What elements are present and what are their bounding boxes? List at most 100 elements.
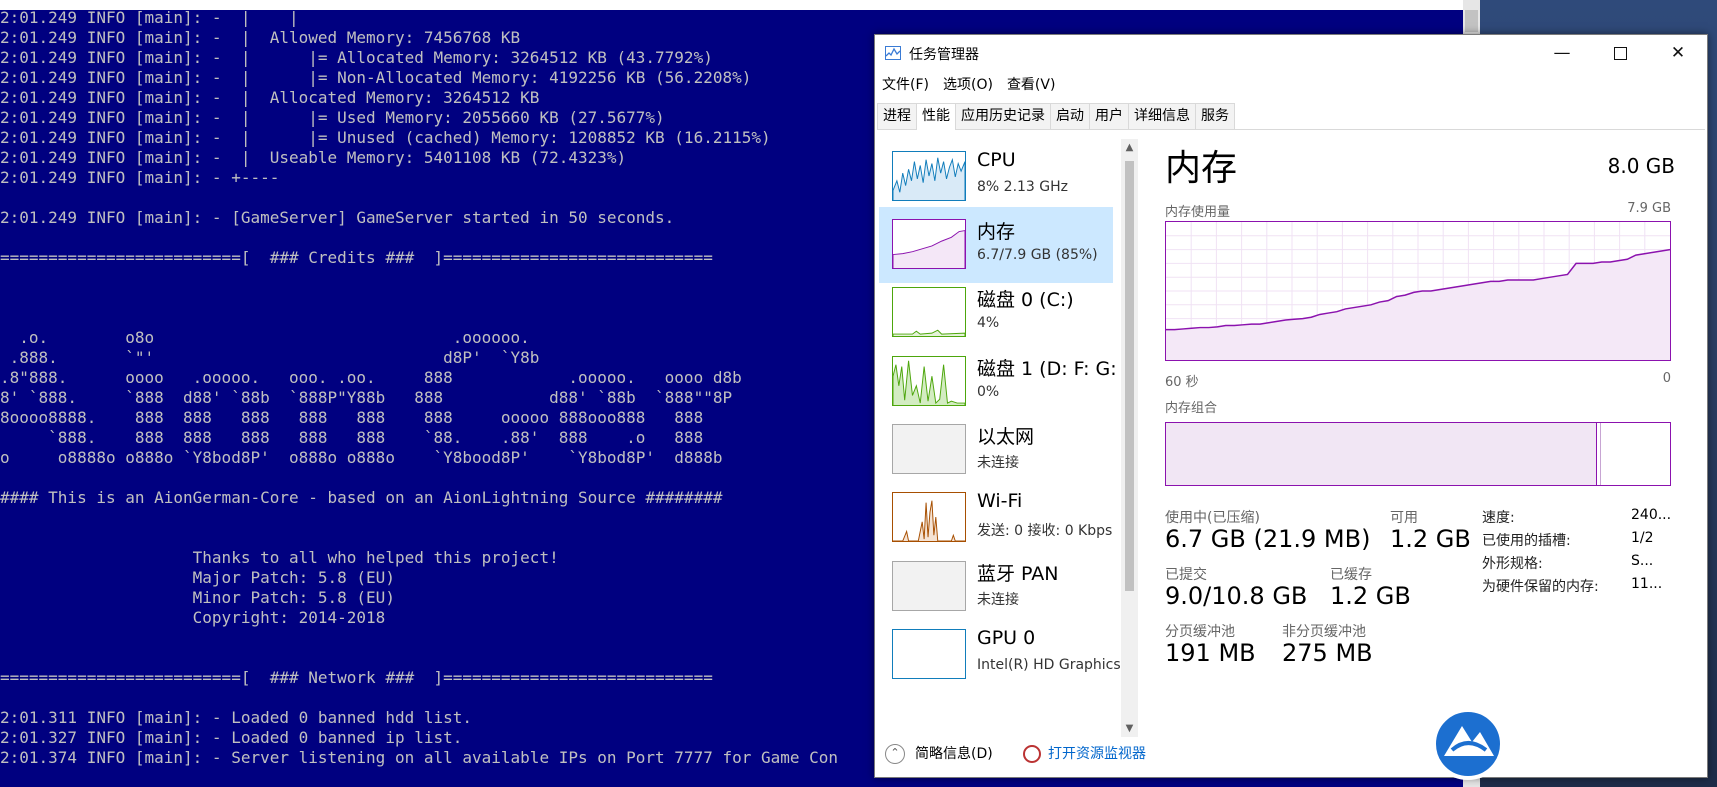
console-line: .8"888. oooo .ooooo. ooo. .oo. 888 .oooo… <box>0 368 742 387</box>
sidebar-item-wifi[interactable]: Wi-Fi 发送: 0 接收: 0 Kbps <box>879 480 1113 556</box>
sidebar-item-disk0[interactable]: 磁盘 0 (C:) 4% <box>879 275 1113 351</box>
graph-time-left: 60 秒 <box>1165 375 1199 390</box>
console-line: 2:01.249 INFO [main]: - +---- <box>0 168 280 187</box>
in-use-label: 使用中(已压缩) <box>1165 510 1260 526</box>
scroll-up-icon[interactable]: ▲ <box>1121 139 1138 156</box>
hardware-reserved-label: 为硬件保留的内存: <box>1482 579 1599 595</box>
page-title: 内存 <box>1165 148 1238 189</box>
console-line: 2:01.249 INFO [main]: - | |= Unused (cac… <box>0 128 771 147</box>
sidebar-label-cpu: CPU <box>977 149 1016 171</box>
cached-value: 1.2 GB <box>1330 582 1411 610</box>
committed-value: 9.0/10.8 GB <box>1165 582 1308 610</box>
nonpaged-pool-label: 非分页缓冲池 <box>1282 624 1366 640</box>
title-bar[interactable]: 任务管理器 — ✕ <box>875 35 1707 71</box>
minimize-button[interactable]: — <box>1533 35 1591 71</box>
console-scroll-thumb[interactable] <box>1465 10 1478 32</box>
cpu-thumbnail-graph <box>892 151 966 201</box>
menu-view[interactable]: 查看(V) <box>1000 73 1063 97</box>
disk1-thumbnail-graph <box>892 356 966 406</box>
task-manager-window[interactable]: 任务管理器 — ✕ 文件(F) 选项(O) 查看(V) 进程 性能 应用历史记录… <box>874 34 1708 778</box>
sidebar-sub-cpu: 8% 2.13 GHz <box>977 179 1069 195</box>
ethernet-thumbnail-graph <box>892 424 966 474</box>
console-line: 2:01.249 INFO [main]: - [GameServer] Gam… <box>0 208 675 227</box>
tab-app-history[interactable]: 应用历史记录 <box>955 103 1051 129</box>
sidebar-sub-bluetooth: 未连接 <box>977 592 1019 608</box>
console-line: Copyright: 2014-2018 <box>0 608 386 627</box>
sidebar-label-ethernet: 以太网 <box>977 426 1035 448</box>
disk0-thumbnail-graph <box>892 287 966 337</box>
tab-performance[interactable]: 性能 <box>916 103 956 130</box>
tab-details[interactable]: 详细信息 <box>1128 103 1196 129</box>
sidebar-item-disk1[interactable]: 磁盘 1 (D: F: G: 0% <box>879 344 1117 420</box>
wifi-thumbnail-graph <box>892 492 966 542</box>
console-line: 2:01.249 INFO [main]: - | |= Allocated M… <box>0 48 713 67</box>
console-line: #### This is an AionGerman-Core - based … <box>0 488 723 507</box>
console-line: =========================[ ### Network #… <box>0 668 713 687</box>
form-factor-label: 外形规格: <box>1482 556 1543 572</box>
collapse-chevron-icon[interactable]: ⌃ <box>885 744 905 764</box>
console-line: .888. `"' d8P' `Y8b <box>0 348 540 367</box>
composition-in-use-segment <box>1166 423 1597 485</box>
sidebar-label-gpu: GPU 0 <box>977 627 1036 649</box>
sidebar-item-cpu[interactable]: CPU 8% 2.13 GHz <box>879 139 1113 215</box>
graph-time-right: 0 <box>1662 371 1671 386</box>
tab-services[interactable]: 服务 <box>1195 103 1235 129</box>
sidebar-sub-memory: 6.7/7.9 GB (85%) <box>977 247 1098 263</box>
tab-processes[interactable]: 进程 <box>877 103 917 129</box>
tab-users[interactable]: 用户 <box>1089 103 1129 129</box>
console-line: Minor Patch: 5.8 (EU) <box>0 588 395 607</box>
tab-startup[interactable]: 启动 <box>1050 103 1090 129</box>
sidebar-sub-ethernet: 未连接 <box>977 455 1019 471</box>
fewer-details-button[interactable]: 简略信息(D) <box>915 744 993 764</box>
hardware-reserved-value: 11... <box>1631 576 1663 592</box>
sidebar-item-bluetooth[interactable]: 蓝牙 PAN 未连接 <box>879 549 1113 625</box>
minimize-icon: — <box>1553 43 1571 63</box>
sidebar-scrollbar[interactable]: ▲ ▼ <box>1121 139 1138 737</box>
sidebar-item-gpu[interactable]: GPU 0 Intel(R) HD Graphics <box>879 617 1121 693</box>
menu-options[interactable]: 选项(O) <box>936 73 1000 97</box>
open-resource-monitor-link[interactable]: 打开资源监视器 <box>1048 744 1146 764</box>
paged-pool-value: 191 MB <box>1165 639 1256 667</box>
memory-thumbnail-graph <box>892 219 966 269</box>
console-line: 2:01.249 INFO [main]: - | Useable Memory… <box>0 148 627 167</box>
committed-label: 已提交 <box>1165 567 1207 583</box>
console-line: Major Patch: 5.8 (EU) <box>0 568 395 587</box>
sidebar-item-memory[interactable]: 内存 6.7/7.9 GB (85%) <box>879 207 1113 283</box>
sidebar-scroll-thumb[interactable] <box>1125 161 1134 591</box>
menu-file[interactable]: 文件(F) <box>875 73 936 97</box>
console-line: .o. o8o .oooooo. <box>0 328 530 347</box>
sidebar-sub-gpu: Intel(R) HD Graphics <box>977 657 1121 673</box>
sidebar-sub-disk1: 0% <box>977 384 1000 400</box>
sidebar-label-bluetooth: 蓝牙 PAN <box>977 563 1059 585</box>
console-output: 2:01.249 INFO [main]: - | | 2:01.249 INFO… <box>0 8 838 787</box>
sidebar-item-ethernet[interactable]: 以太网 未连接 <box>879 412 1113 488</box>
console-line: 8' `888. `888 d88' `88b `888P"Y88b 888 d… <box>0 388 733 407</box>
close-button[interactable]: ✕ <box>1649 35 1707 71</box>
cached-label: 已缓存 <box>1330 567 1372 583</box>
sidebar-label-disk1: 磁盘 1 (D: F: G: <box>977 358 1117 380</box>
speed-label: 速度: <box>1482 510 1515 526</box>
memory-usage-graph <box>1165 221 1671 361</box>
console-line: Thanks to all who helped this project! <box>0 548 559 567</box>
console-line: o o8888o o888o `Y8bod8P' o888o o888o `Y8… <box>0 448 723 467</box>
console-line: 2:01.374 INFO [main]: - Server listening… <box>0 748 839 767</box>
menu-bar: 文件(F) 选项(O) 查看(V) <box>875 73 1062 97</box>
console-line: 2:01.249 INFO [main]: - | Allocated Memo… <box>0 88 540 107</box>
slots-label: 已使用的插槽: <box>1482 533 1571 549</box>
console-line: 2:01.249 INFO [main]: - | |= Used Memory… <box>0 108 665 127</box>
maximize-button[interactable] <box>1591 35 1649 71</box>
console-line: 2:01.327 INFO [main]: - Loaded 0 banned … <box>0 728 463 747</box>
paged-pool-label: 分页缓冲池 <box>1165 624 1235 640</box>
close-icon: ✕ <box>1670 43 1686 63</box>
available-label: 可用 <box>1390 510 1418 526</box>
console-line: =========================[ ### Credits #… <box>0 248 713 267</box>
usage-graph-label: 内存使用量 <box>1165 205 1231 220</box>
